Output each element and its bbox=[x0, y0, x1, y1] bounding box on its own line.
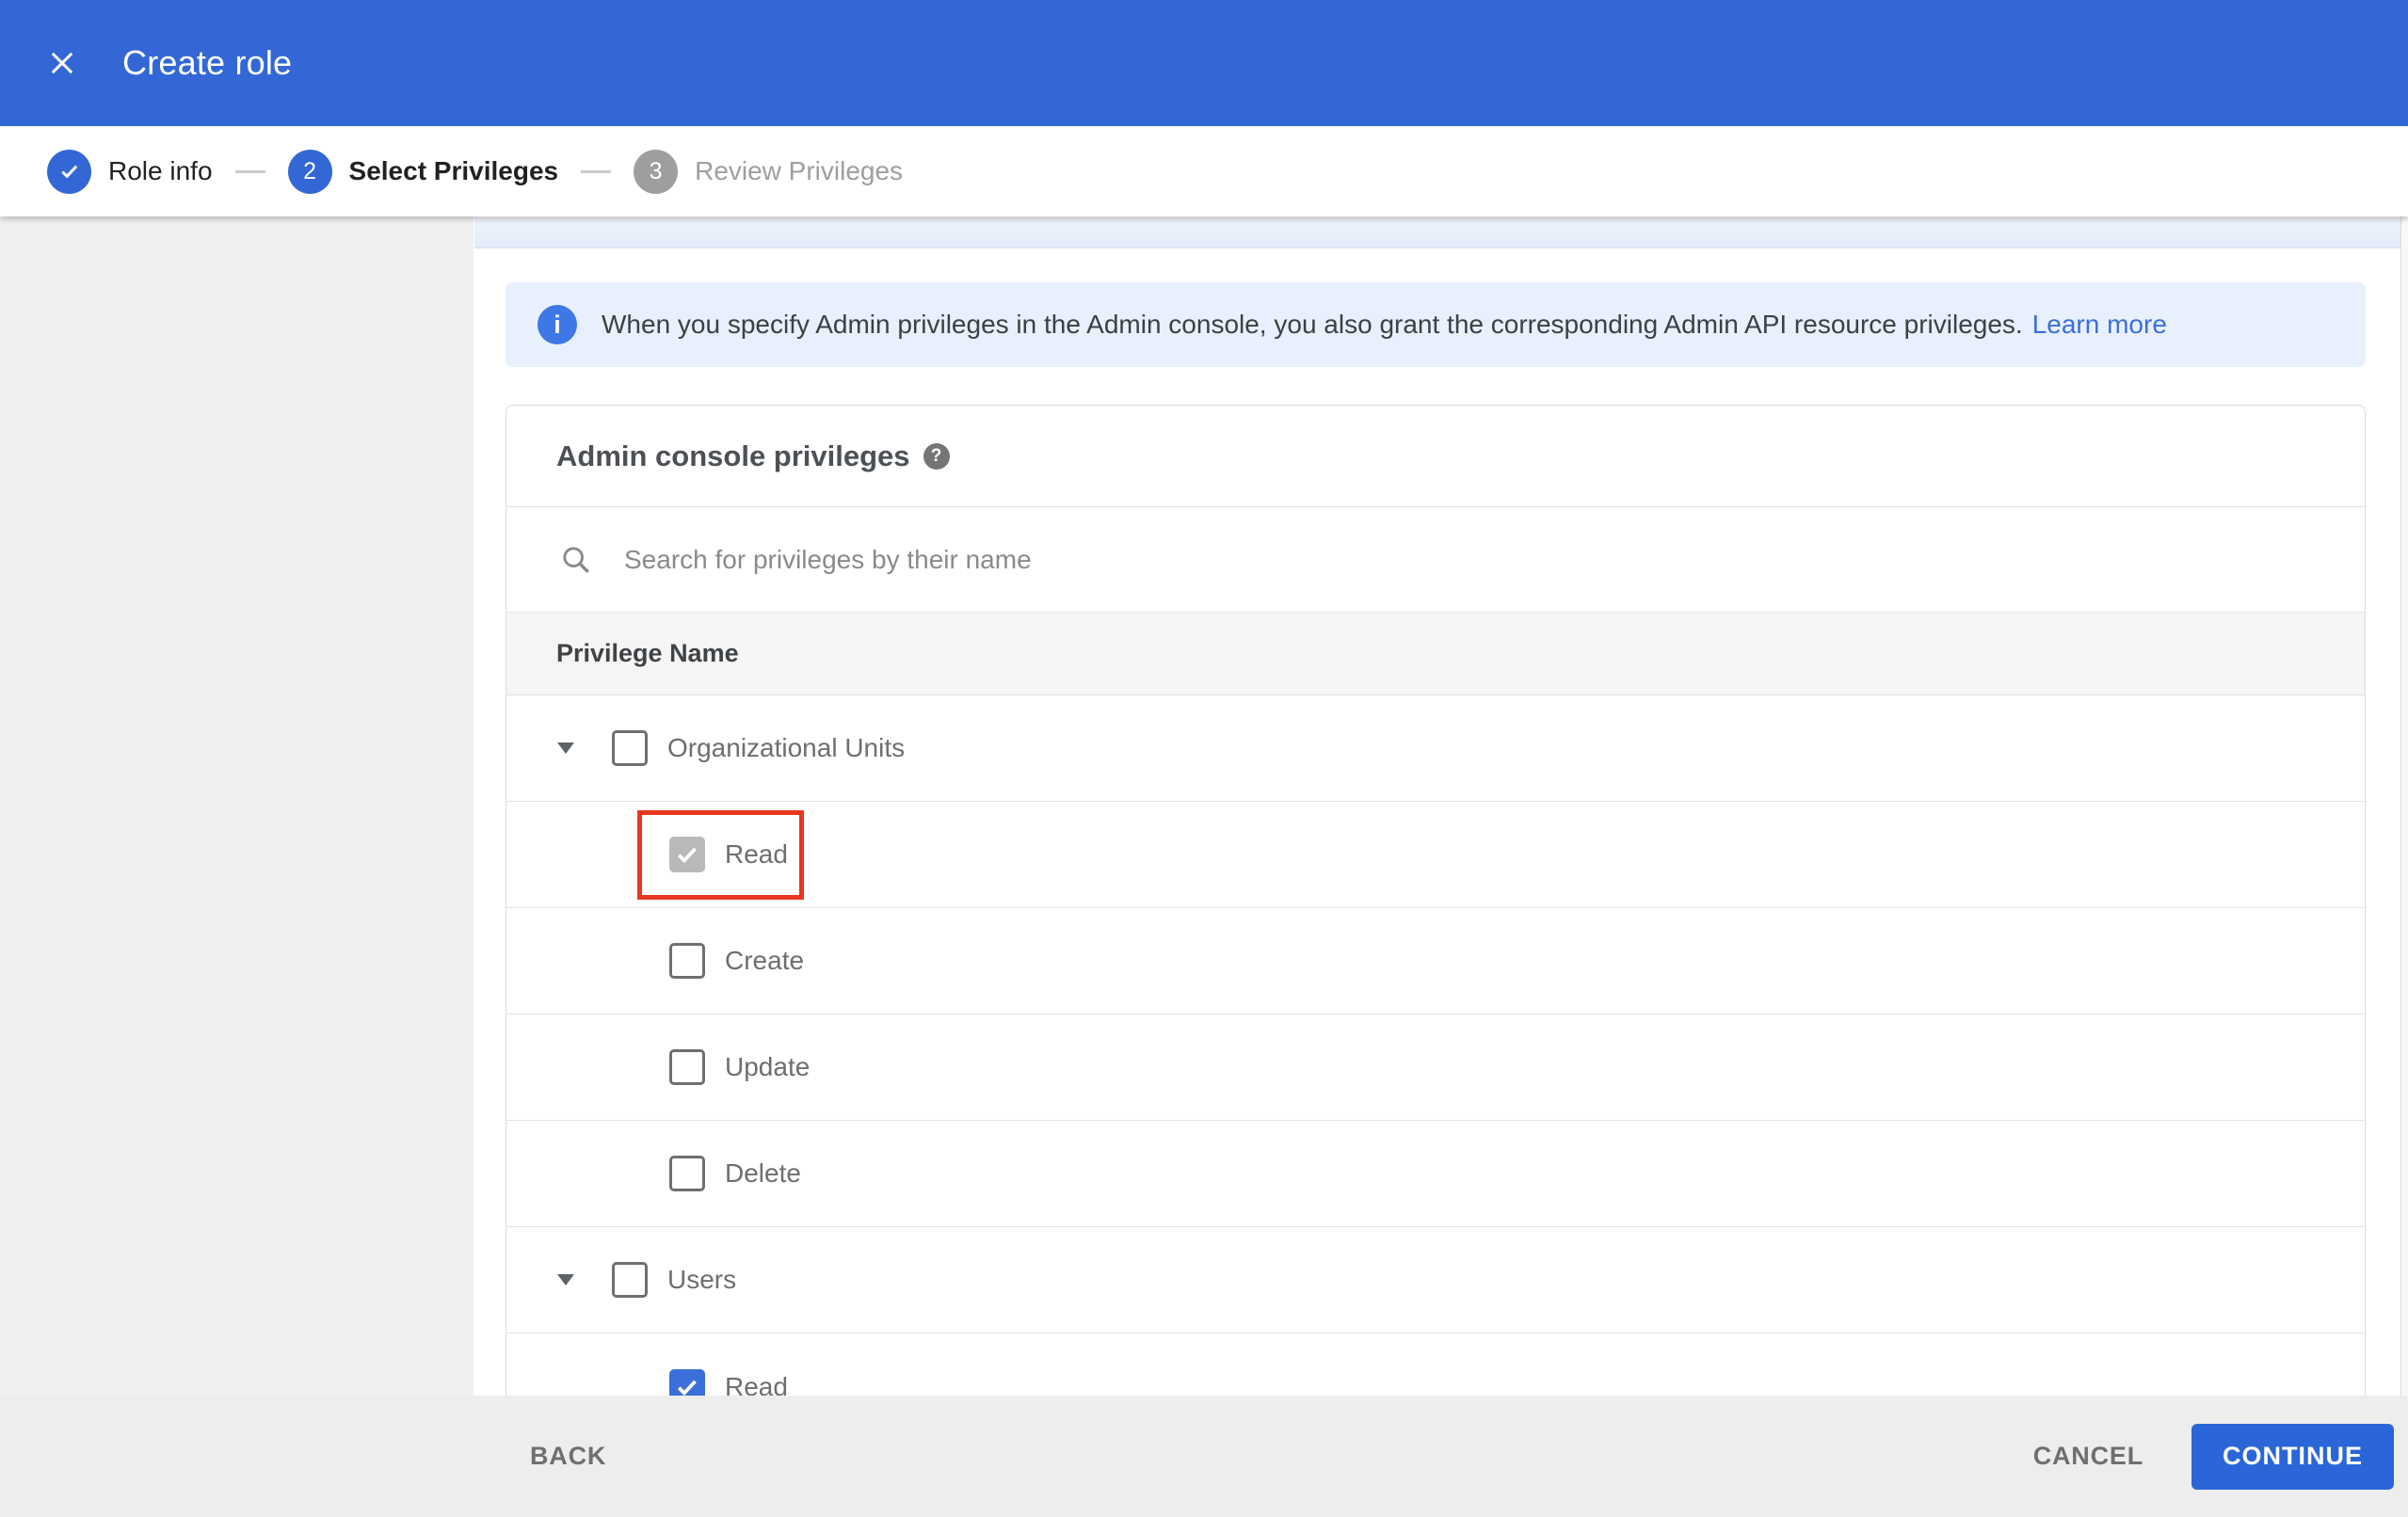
card-heading-row: Admin console privileges ? bbox=[506, 406, 2365, 507]
privilege-row-read: Read bbox=[506, 802, 2365, 908]
close-icon bbox=[51, 52, 73, 74]
checkbox-create[interactable] bbox=[669, 943, 705, 979]
footer-right-actions: CANCEL CONTINUE bbox=[2033, 1423, 2394, 1490]
privilege-row-organizational-units: Organizational Units bbox=[506, 695, 2365, 802]
main-content: i When you specify Admin privileges in t… bbox=[474, 216, 2408, 1517]
row-label: Delete bbox=[725, 1158, 801, 1188]
row-label: Users bbox=[667, 1265, 737, 1294]
row-label: Organizational Units bbox=[667, 733, 906, 762]
step-number-circle: 2 bbox=[287, 149, 332, 194]
step-connector bbox=[581, 169, 612, 173]
step-label: Select Privileges bbox=[348, 156, 559, 185]
step-select-privileges[interactable]: 2 Select Privileges bbox=[287, 149, 559, 194]
info-icon: i bbox=[538, 305, 577, 344]
table-header-row: Privilege Name bbox=[506, 613, 2365, 695]
privilege-row-users: Users bbox=[506, 1227, 2365, 1333]
app-bar: Create role bbox=[0, 0, 2408, 126]
search-row bbox=[506, 507, 2365, 613]
step-label: Role info bbox=[108, 156, 213, 185]
step-connector bbox=[234, 169, 265, 173]
card-heading: Admin console privileges bbox=[556, 439, 910, 472]
info-banner: i When you specify Admin privileges in t… bbox=[506, 282, 2366, 367]
continue-button[interactable]: CONTINUE bbox=[2191, 1423, 2394, 1490]
column-header: Privilege Name bbox=[556, 639, 739, 667]
step-number-circle: 3 bbox=[634, 149, 679, 194]
row-label: Read bbox=[725, 839, 788, 869]
checkbox-read-disabled[interactable] bbox=[669, 837, 705, 872]
left-gutter-panel bbox=[0, 216, 474, 1396]
check-icon bbox=[677, 847, 697, 864]
step-role-info[interactable]: Role info bbox=[47, 149, 213, 194]
cancel-button[interactable]: CANCEL bbox=[2033, 1442, 2143, 1471]
collapse-triangle-icon[interactable] bbox=[557, 1274, 574, 1285]
step-label: Review Privileges bbox=[695, 156, 904, 185]
privilege-row-delete: Delete bbox=[506, 1121, 2365, 1227]
checkbox-update[interactable] bbox=[669, 1049, 705, 1085]
highlight-box-read: Read bbox=[637, 809, 804, 900]
row-label: Update bbox=[725, 1052, 811, 1081]
collapse-triangle-icon[interactable] bbox=[557, 743, 574, 754]
checkbox-users[interactable] bbox=[612, 1262, 648, 1298]
page-title: Create role bbox=[122, 43, 293, 82]
privileges-card: Admin console privileges ? Privilege Nam… bbox=[506, 405, 2366, 1449]
search-input[interactable] bbox=[624, 544, 2036, 575]
privilege-row-update: Update bbox=[506, 1014, 2365, 1121]
wizard-stepper: Role info 2 Select Privileges 3 Review P… bbox=[0, 126, 2408, 216]
banner-text: When you specify Admin privileges in the… bbox=[602, 310, 2023, 339]
search-icon bbox=[563, 546, 589, 573]
help-icon[interactable]: ? bbox=[923, 442, 950, 470]
check-icon bbox=[60, 165, 77, 179]
checkbox-delete[interactable] bbox=[669, 1156, 705, 1191]
scrollbar-gutter[interactable] bbox=[2400, 216, 2408, 1396]
close-button[interactable] bbox=[43, 44, 81, 82]
back-button[interactable]: BACK bbox=[530, 1442, 606, 1471]
step-complete-circle bbox=[47, 149, 91, 194]
checkbox-organizational-units[interactable] bbox=[612, 730, 648, 766]
learn-more-link[interactable]: Learn more bbox=[2032, 310, 2167, 340]
scrolled-banner-remnant bbox=[474, 217, 2400, 248]
privilege-row-create: Create bbox=[506, 908, 2365, 1014]
step-review-privileges[interactable]: 3 Review Privileges bbox=[634, 149, 904, 194]
row-label: Create bbox=[725, 946, 805, 975]
action-footer: BACK CANCEL CONTINUE bbox=[0, 1396, 2408, 1517]
